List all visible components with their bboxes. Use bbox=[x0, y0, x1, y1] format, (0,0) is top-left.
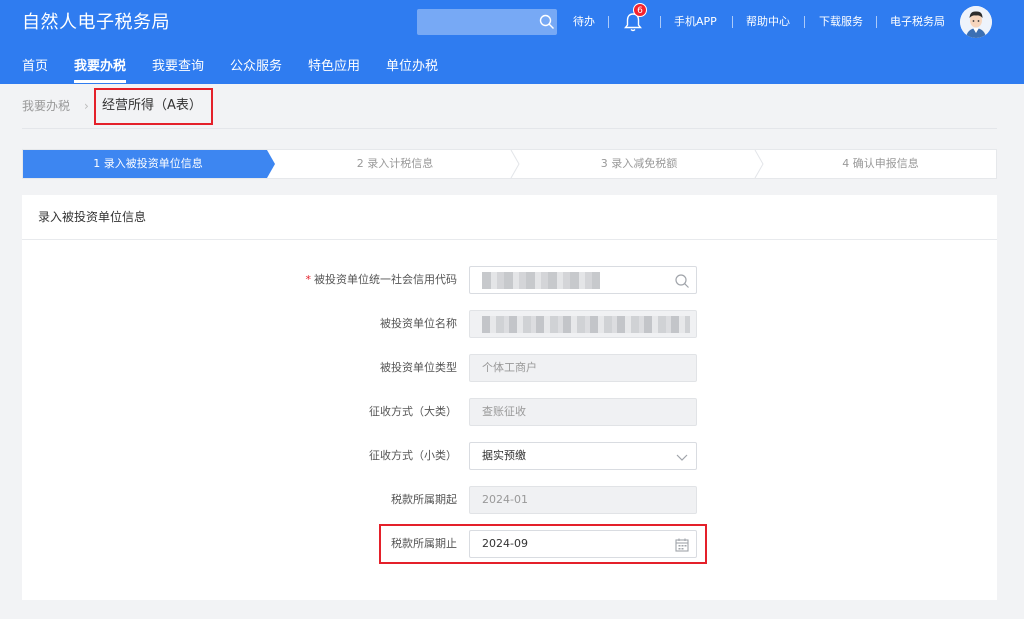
highlight-box bbox=[379, 524, 707, 564]
period-start-value: 2024-01 bbox=[482, 493, 528, 506]
highlight-box bbox=[94, 88, 213, 125]
step-2[interactable]: 2 录入计税信息 bbox=[275, 150, 515, 178]
download-service-link[interactable]: 下载服务 bbox=[819, 14, 863, 30]
divider bbox=[660, 16, 661, 28]
nav-query[interactable]: 我要查询 bbox=[152, 58, 204, 76]
help-center-link[interactable]: 帮助中心 bbox=[746, 14, 790, 30]
unit-name-field bbox=[469, 310, 697, 338]
notification-badge: 6 bbox=[633, 3, 647, 17]
step-4[interactable]: 4 确认申报信息 bbox=[763, 150, 998, 178]
levy-method-major-field: 查账征收 bbox=[469, 398, 697, 426]
site-title[interactable]: 自然人电子税务局 bbox=[22, 11, 170, 35]
redacted-value bbox=[482, 272, 600, 289]
step-3[interactable]: 3 录入减免税额 bbox=[519, 150, 759, 178]
step-bar: 1 录入被投资单位信息 2 录入计税信息 3 录入减免税额 4 确认申报信息 bbox=[22, 149, 997, 179]
search-icon[interactable] bbox=[674, 273, 690, 289]
required-mark: * bbox=[305, 273, 312, 286]
search-icon[interactable] bbox=[538, 13, 556, 31]
redacted-value bbox=[482, 316, 690, 333]
levy-method-minor-value: 据实预缴 bbox=[482, 449, 526, 462]
nav-featured-apps[interactable]: 特色应用 bbox=[308, 58, 360, 76]
nav-home[interactable]: 首页 bbox=[22, 58, 48, 76]
todo-link[interactable]: 待办 bbox=[573, 14, 595, 30]
divider bbox=[732, 16, 733, 28]
breadcrumb-separator: › bbox=[84, 99, 89, 113]
levy-method-major-value: 查账征收 bbox=[482, 405, 526, 418]
levy-method-minor-label: 征收方式（小类） bbox=[369, 449, 457, 462]
avatar-icon bbox=[960, 6, 992, 38]
credit-code-input[interactable] bbox=[469, 266, 697, 294]
period-start-label: 税款所属期起 bbox=[391, 493, 457, 506]
levy-method-minor-select[interactable]: 据实预缴 bbox=[469, 442, 697, 470]
divider bbox=[804, 16, 805, 28]
mobile-app-link[interactable]: 手机APP bbox=[674, 14, 717, 30]
search-input[interactable] bbox=[417, 9, 557, 35]
panel-divider bbox=[22, 239, 997, 240]
nav-public-service[interactable]: 公众服务 bbox=[230, 58, 282, 76]
e-tax-bureau-link[interactable]: 电子税务局 bbox=[890, 14, 945, 30]
active-nav-indicator bbox=[74, 80, 126, 83]
unit-name-label: 被投资单位名称 bbox=[380, 317, 457, 330]
nav-unit-tax[interactable]: 单位办税 bbox=[386, 58, 438, 76]
levy-method-major-label: 征收方式（大类） bbox=[369, 405, 457, 418]
panel-title: 录入被投资单位信息 bbox=[38, 210, 147, 224]
divider bbox=[608, 16, 609, 28]
credit-code-label-text: 被投资单位统一社会信用代码 bbox=[314, 273, 457, 286]
period-start-field: 2024-01 bbox=[469, 486, 697, 514]
credit-code-label: * 被投资单位统一社会信用代码 bbox=[306, 272, 458, 288]
breadcrumb-divider bbox=[22, 128, 997, 129]
user-avatar[interactable] bbox=[960, 6, 992, 38]
top-header: 自然人电子税务局 待办 6 手机APP 帮助中心 下载服务 电子税务局 首页 我… bbox=[0, 0, 1024, 84]
breadcrumb-root[interactable]: 我要办税 bbox=[22, 98, 70, 114]
unit-type-value: 个体工商户 bbox=[482, 361, 537, 374]
nav-tax-handling[interactable]: 我要办税 bbox=[74, 58, 126, 76]
unit-type-field: 个体工商户 bbox=[469, 354, 697, 382]
unit-type-label: 被投资单位类型 bbox=[380, 361, 457, 374]
chevron-down-icon[interactable] bbox=[674, 449, 690, 465]
divider bbox=[876, 16, 877, 28]
step-1[interactable]: 1 录入被投资单位信息 bbox=[23, 150, 273, 178]
